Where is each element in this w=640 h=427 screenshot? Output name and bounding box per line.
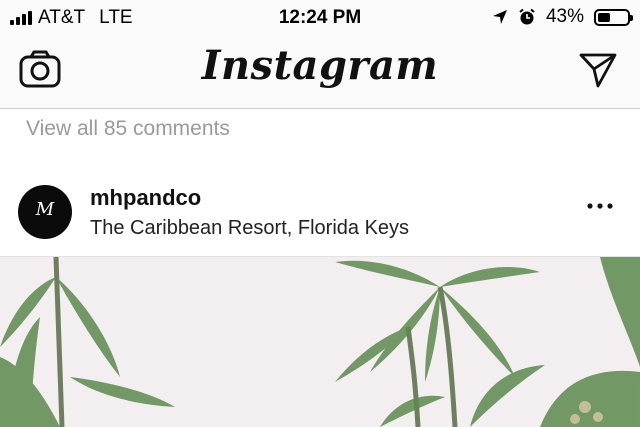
alarm-icon bbox=[519, 8, 535, 25]
top-nav: Instagram bbox=[0, 34, 640, 109]
post-location[interactable]: The Caribbean Resort, Florida Keys bbox=[90, 217, 409, 240]
status-bar: AT&T LTE 12:24 PM 43% bbox=[0, 0, 640, 34]
more-options-icon[interactable] bbox=[586, 200, 614, 212]
post-image[interactable] bbox=[0, 257, 640, 427]
avatar[interactable]: M bbox=[18, 185, 72, 239]
status-right: 43% bbox=[492, 6, 633, 28]
battery-icon bbox=[594, 8, 633, 26]
avatar-monogram: M bbox=[35, 199, 55, 220]
view-all-comments-link[interactable]: View all 85 comments bbox=[26, 117, 230, 141]
battery-percent: 43% bbox=[545, 6, 584, 27]
post-username[interactable]: mhpandco bbox=[90, 185, 201, 211]
location-arrow-icon bbox=[492, 10, 507, 24]
direct-send-icon[interactable] bbox=[578, 50, 618, 90]
palm-trees-image bbox=[0, 257, 640, 427]
post-header: M mhpandco The Caribbean Resort, Florida… bbox=[0, 160, 640, 257]
instagram-logo[interactable]: Instagram bbox=[0, 42, 640, 89]
